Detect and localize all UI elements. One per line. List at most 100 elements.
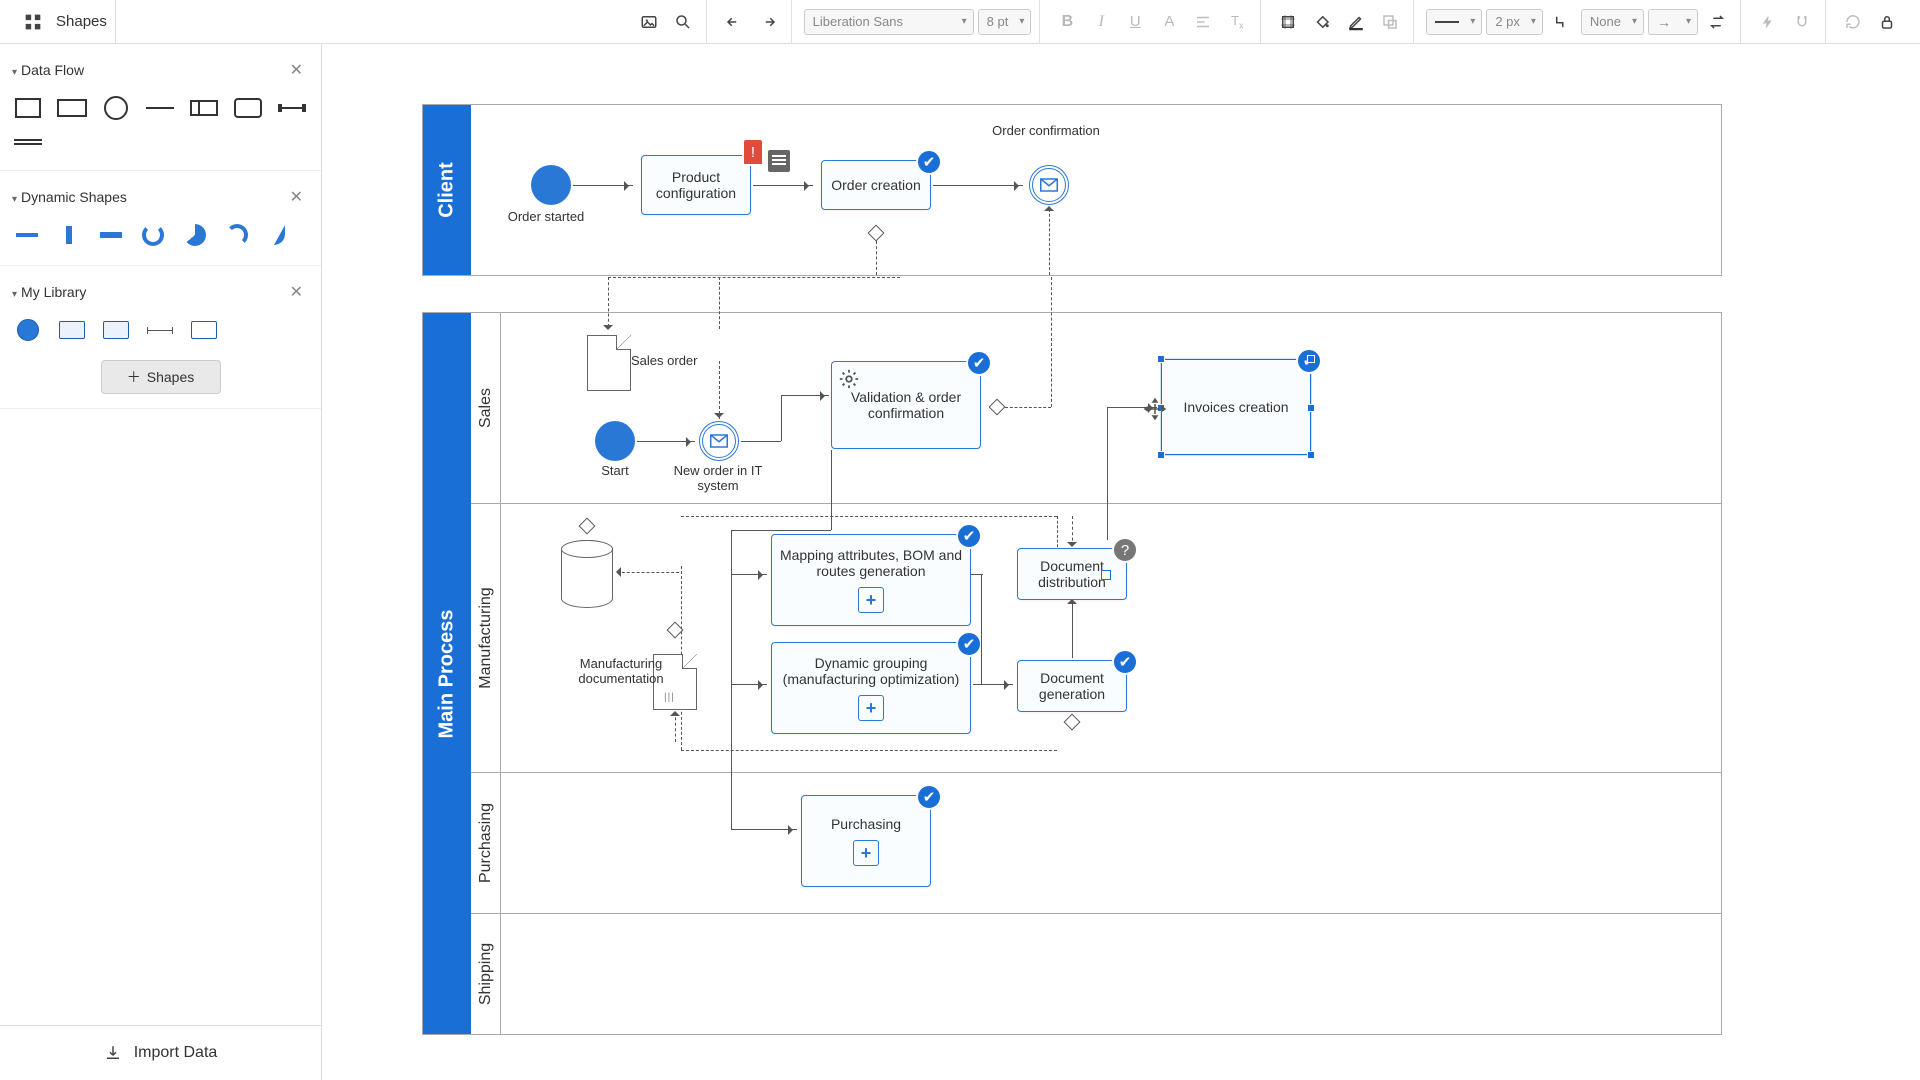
shape-style-button[interactable]: [1375, 7, 1405, 37]
section-library-header[interactable]: ▾My Library ✕: [12, 274, 309, 314]
message-flow[interactable]: [1005, 407, 1051, 408]
text-color-button[interactable]: A: [1154, 7, 1184, 37]
pool-main-process[interactable]: Main Process Sales Sales order: [422, 312, 1722, 1035]
event-order-started[interactable]: [531, 165, 571, 205]
lane-manufacturing[interactable]: Manufacturing |||: [471, 504, 1721, 773]
refresh-button[interactable]: [1838, 7, 1868, 37]
lane-purchasing[interactable]: Purchasing Purchasing + ✔: [471, 773, 1721, 914]
lib-connector[interactable]: [144, 318, 176, 342]
message-flow[interactable]: [719, 277, 720, 329]
connector[interactable]: [637, 441, 695, 442]
connector[interactable]: [933, 185, 1023, 186]
event-new-order-it[interactable]: [699, 421, 739, 461]
insert-image-button[interactable]: [634, 7, 664, 37]
question-badge[interactable]: ?: [1112, 537, 1138, 563]
shape-header-rect[interactable]: [188, 96, 220, 120]
lane-sales[interactable]: Sales Sales order Start: [471, 313, 1721, 504]
connector[interactable]: [731, 574, 767, 575]
section-dynamic-header[interactable]: ▾Dynamic Shapes ✕: [12, 179, 309, 219]
node-purchasing[interactable]: Purchasing + ✔: [801, 795, 931, 887]
dyn-wedge[interactable]: [264, 223, 294, 247]
connector[interactable]: [573, 185, 633, 186]
message-flow[interactable]: [608, 277, 900, 278]
dyn-chunk[interactable]: [54, 223, 84, 247]
node-validation[interactable]: Validation & order confirmation ✔: [831, 361, 981, 449]
swap-ends-button[interactable]: [1702, 7, 1732, 37]
message-flow[interactable]: [1049, 209, 1050, 275]
dyn-pie[interactable]: [180, 223, 210, 247]
connector[interactable]: [831, 450, 832, 530]
italic-button[interactable]: I: [1086, 7, 1116, 37]
line-style-select[interactable]: [1426, 9, 1482, 35]
shape-connector[interactable]: [276, 96, 308, 120]
message-flow[interactable]: [1051, 277, 1052, 407]
message-flow[interactable]: [876, 241, 877, 275]
warning-badge[interactable]: !: [742, 138, 764, 166]
lib-circle-blue[interactable]: [12, 318, 44, 342]
node-mapping[interactable]: Mapping attributes, BOM and routes gener…: [771, 534, 971, 626]
shape-double-line[interactable]: [12, 128, 44, 152]
undo-button[interactable]: [719, 7, 749, 37]
fill-button[interactable]: [1307, 7, 1337, 37]
node-product-config[interactable]: Product configuration !: [641, 155, 751, 215]
shape-rect[interactable]: [12, 96, 44, 120]
connector[interactable]: [731, 684, 767, 685]
event-order-confirmation[interactable]: [1029, 165, 1069, 205]
line-routing-button[interactable]: [1547, 7, 1577, 37]
connector[interactable]: [741, 441, 781, 442]
connector[interactable]: [973, 684, 1013, 685]
close-section-button[interactable]: ✕: [284, 280, 309, 304]
node-dynamic-grouping[interactable]: Dynamic grouping (manufacturing optimiza…: [771, 642, 971, 734]
connector[interactable]: [731, 771, 732, 829]
dyn-bar-thin[interactable]: [12, 223, 42, 247]
redo-button[interactable]: [753, 7, 783, 37]
message-flow[interactable]: [617, 572, 679, 573]
shape-rect-wide[interactable]: [56, 96, 88, 120]
connector[interactable]: [781, 395, 829, 396]
align-button[interactable]: [1188, 7, 1218, 37]
close-section-button[interactable]: ✕: [284, 185, 309, 209]
dyn-arc[interactable]: [222, 223, 252, 247]
bold-button[interactable]: B: [1052, 7, 1082, 37]
section-dataflow-header[interactable]: ▾Data Flow ✕: [12, 52, 309, 92]
close-section-button[interactable]: ✕: [284, 58, 309, 82]
text-style-button[interactable]: Tx: [1222, 7, 1252, 37]
connector[interactable]: [753, 185, 813, 186]
action-button[interactable]: [1753, 7, 1783, 37]
lib-rect-3[interactable]: [188, 318, 220, 342]
shape-circle[interactable]: [100, 96, 132, 120]
message-flow[interactable]: [719, 361, 720, 419]
lib-rect-2[interactable]: [100, 318, 132, 342]
connector[interactable]: [1072, 602, 1073, 658]
import-data-button[interactable]: Import Data: [0, 1025, 321, 1080]
connector[interactable]: [731, 530, 732, 800]
pool-client[interactable]: Client Order started Product configurati…: [422, 104, 1722, 276]
frame-button[interactable]: [1273, 7, 1303, 37]
add-shapes-button[interactable]: ＋ Shapes: [101, 360, 221, 394]
line-width-select[interactable]: 2 px: [1486, 9, 1543, 35]
shape-line[interactable]: [144, 96, 176, 120]
lib-rect-1[interactable]: [56, 318, 88, 342]
font-family-select[interactable]: Liberation Sans: [804, 9, 974, 35]
arrow-start-select[interactable]: None: [1581, 9, 1644, 35]
lock-button[interactable]: [1872, 7, 1902, 37]
connector[interactable]: [781, 395, 782, 441]
node-invoices-creation[interactable]: Invoices creation ✔: [1161, 359, 1311, 455]
shape-rounded-rect[interactable]: [232, 96, 264, 120]
message-flow[interactable]: [608, 277, 609, 327]
connector[interactable]: [1107, 408, 1108, 540]
connector[interactable]: [971, 574, 983, 575]
connection-point[interactable]: [1101, 570, 1111, 580]
comment-icon[interactable]: [768, 150, 790, 172]
shapes-menu-button[interactable]: [18, 7, 48, 37]
dyn-bar[interactable]: [96, 223, 126, 247]
connector[interactable]: [731, 530, 831, 531]
canvas[interactable]: Client Order started Product configurati…: [322, 44, 1920, 1080]
stroke-color-button[interactable]: [1341, 7, 1371, 37]
connector[interactable]: [731, 829, 797, 830]
datastore[interactable]: [561, 540, 613, 608]
search-button[interactable]: [668, 7, 698, 37]
node-order-creation[interactable]: Order creation ✔: [821, 160, 931, 210]
font-size-select[interactable]: 8 pt: [978, 9, 1032, 35]
underline-button[interactable]: U: [1120, 7, 1150, 37]
